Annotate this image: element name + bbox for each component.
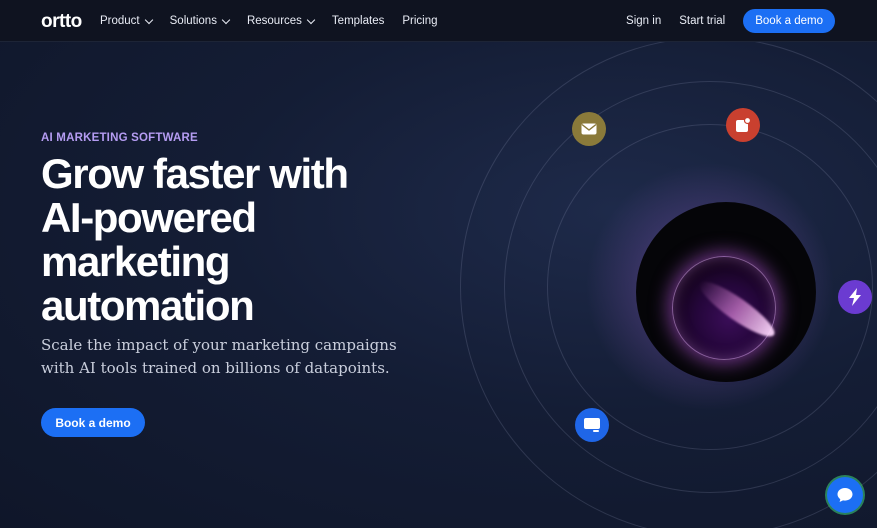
headline-line-2: AI-powered <box>41 194 257 241</box>
mail-icon <box>581 123 597 135</box>
nav-templates[interactable]: Templates <box>332 15 384 27</box>
hero-headline: Grow faster with AI-powered marketing au… <box>41 152 421 328</box>
nav-pricing-label: Pricing <box>402 15 438 27</box>
hero-subheadline: Scale the impact of your marketing campa… <box>41 334 401 380</box>
nav-solutions-label: Solutions <box>169 15 217 27</box>
orbit-visual <box>430 42 877 528</box>
hero-eyebrow: AI MARKETING SOFTWARE <box>41 132 198 144</box>
hero-book-demo-button[interactable]: Book a demo <box>41 408 145 437</box>
chevron-down-icon <box>221 15 231 24</box>
header-actions: Sign in Start trial Book a demo <box>626 0 835 42</box>
chevron-down-icon <box>306 15 316 24</box>
headline-line-4: automation <box>41 282 255 329</box>
header-book-demo-button[interactable]: Book a demo <box>743 9 835 33</box>
email-node[interactable] <box>572 112 606 146</box>
sign-in-link[interactable]: Sign in <box>626 15 661 27</box>
main-nav: Product Solutions Resources Templates Pr… <box>100 0 438 42</box>
headline-line-3: marketing <box>41 238 231 285</box>
nav-solutions[interactable]: Solutions <box>169 15 231 27</box>
nav-product-label: Product <box>100 15 140 27</box>
automation-node[interactable] <box>838 280 872 314</box>
nav-pricing[interactable]: Pricing <box>402 15 437 27</box>
nav-resources[interactable]: Resources <box>246 15 316 27</box>
chevron-down-icon <box>144 15 153 24</box>
message-node[interactable] <box>575 408 609 442</box>
lightning-icon <box>849 288 861 306</box>
chat-widget-button[interactable] <box>827 477 863 513</box>
chat-bubble-icon <box>837 488 853 502</box>
nav-templates-label: Templates <box>331 15 385 27</box>
top-navigation-bar: ortto Product Solutions Resources Templa… <box>0 0 877 42</box>
nav-product[interactable]: Product <box>100 15 153 27</box>
headline-line-1: Grow faster with <box>41 150 349 197</box>
subhead-line-2: with AI tools trained on billions of dat… <box>41 359 390 377</box>
chat-window-icon <box>584 418 600 432</box>
notification-icon <box>736 117 751 132</box>
subhead-line-1: Scale the impact of your marketing campa… <box>41 336 397 354</box>
notification-node[interactable] <box>726 108 760 142</box>
ortto-logo[interactable]: ortto <box>41 11 82 33</box>
nav-resources-label: Resources <box>246 15 302 27</box>
start-trial-link[interactable]: Start trial <box>679 15 725 27</box>
